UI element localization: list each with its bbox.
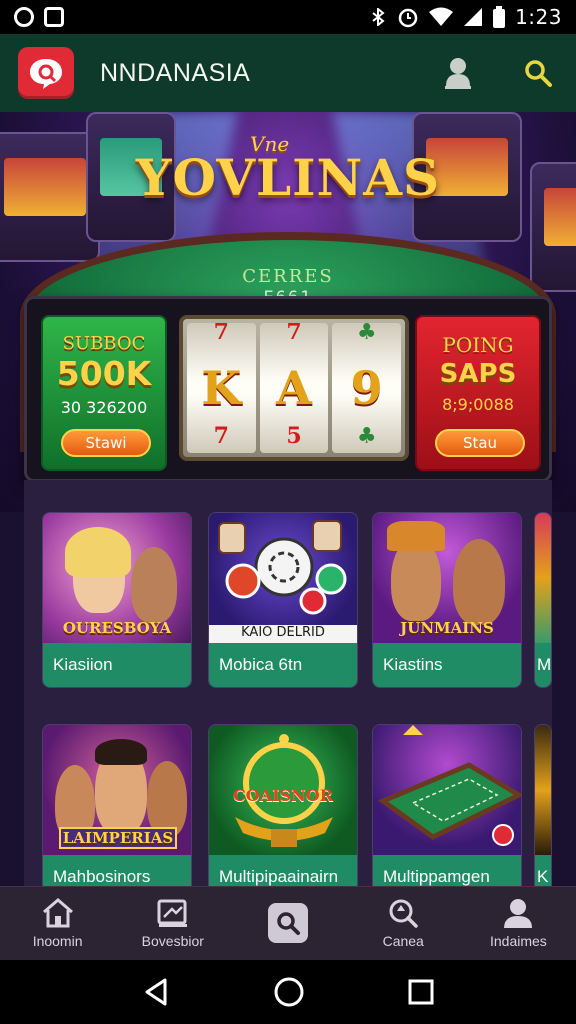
home-icon — [42, 898, 73, 928]
game-name: Kiastins — [373, 643, 521, 687]
game-card[interactable]: COAISNOR Multipipaainairn — [208, 724, 358, 900]
nav-item-profile[interactable]: Indaimes — [461, 887, 576, 960]
game-card[interactable]: Multippamgen — [372, 724, 522, 900]
game-art: OURESBOYA — [43, 513, 191, 643]
game-name: Mobica 6tn — [209, 643, 357, 687]
profile-icon — [504, 899, 533, 928]
recents-icon[interactable] — [407, 978, 435, 1006]
reel-3: ♣ 9 ♣ — [332, 323, 402, 453]
promo-right-code: 8;9;0088 — [442, 395, 514, 414]
nav-label: Indaimes — [490, 933, 547, 949]
promo-left-button[interactable]: Stawi — [61, 429, 151, 457]
reel-symbol: 7 — [213, 323, 229, 345]
chat-logo-icon — [30, 59, 62, 89]
reel-2: 7 A 5 — [259, 323, 329, 453]
search-icon — [525, 60, 552, 87]
game-art — [373, 725, 521, 855]
reel-symbol: A — [276, 361, 312, 415]
nav-item-board[interactable]: Bovesbior — [115, 887, 230, 960]
search-icon — [277, 912, 300, 935]
bluetooth-icon — [372, 8, 385, 26]
game-art: JUNMAINS — [373, 513, 521, 643]
back-icon[interactable] — [141, 977, 171, 1007]
game-card[interactable]: KAIO DELRID Mobica 6tn — [208, 512, 358, 688]
table-text: CERRES — [242, 266, 334, 287]
promo-left-code: 30 326200 — [60, 398, 148, 417]
promo-right-amount: SAPS — [439, 359, 517, 389]
game-art-label: JUNMAINS — [400, 619, 494, 637]
reel-symbol: ♣ — [356, 323, 377, 345]
promo-right-button[interactable]: Stau — [435, 429, 525, 457]
search-button[interactable] — [518, 53, 558, 93]
profile-button[interactable] — [438, 53, 478, 93]
promo-right-heading: POING — [442, 333, 514, 357]
promo-left-amount: 500K — [56, 354, 152, 393]
game-art-label: LAIMPERIAS — [59, 827, 177, 849]
game-art-label: OURESBOYA — [62, 619, 172, 637]
reel-symbol: K — [201, 361, 242, 415]
map-search-icon — [389, 899, 418, 928]
reel-symbol: ♣ — [356, 423, 377, 449]
game-art: LAIMPERIAS — [43, 725, 191, 855]
alarm-icon — [398, 8, 418, 28]
reel-1: 7 K 7 — [187, 323, 256, 453]
nav-item-search[interactable] — [230, 887, 345, 960]
wifi-icon — [429, 7, 454, 26]
user-icon — [445, 58, 471, 89]
reel-symbol: 9 — [350, 361, 383, 415]
nav-item-home[interactable]: Inoomin — [0, 887, 115, 960]
game-card[interactable]: LAIMPERIAS Mahbosinors — [42, 724, 192, 900]
status-bar: 1:23 — [0, 0, 576, 34]
promo-left-heading: SUBBOC — [62, 333, 146, 354]
game-art: COAISNOR — [209, 725, 357, 855]
app-bar: NNDANASIA — [0, 34, 576, 112]
game-card[interactable]: M — [534, 512, 552, 688]
roulette-table-icon — [377, 725, 521, 846]
game-art — [535, 513, 551, 643]
reel-symbol: 7 — [286, 323, 302, 345]
app-title: NNDANASIA — [100, 58, 251, 87]
screenshot-icon — [44, 7, 64, 27]
game-name: M — [535, 643, 551, 687]
game-art — [535, 725, 551, 855]
game-art-label: KAIO DELRID — [209, 625, 357, 643]
nav-item-canea[interactable]: Canea — [346, 887, 461, 960]
poker-chips-icon — [218, 520, 347, 615]
app-logo[interactable] — [18, 47, 74, 99]
bottom-nav: Inoomin Bovesbior Canea Indaimes — [0, 886, 576, 960]
game-art: KAIO DELRID — [209, 513, 357, 643]
system-nav-bar — [0, 960, 576, 1024]
nav-label: Canea — [382, 933, 424, 949]
clock: 1:23 — [515, 5, 562, 29]
nav-label: Inoomin — [32, 933, 83, 949]
reel-symbol: 5 — [286, 423, 302, 449]
battery-icon — [493, 6, 506, 28]
promo-card-left[interactable]: SUBBOC 500K 30 326200 Stawi — [41, 315, 167, 471]
signal-icon — [464, 8, 483, 26]
nav-label: Bovesbior — [141, 933, 204, 949]
game-card[interactable]: K — [534, 724, 552, 900]
game-art-label: COAISNOR — [233, 786, 333, 805]
slot-reels[interactable]: 7 K 7 7 A 5 ♣ 9 ♣ — [179, 315, 409, 461]
game-card[interactable]: OURESBOYA Kiasiion — [42, 512, 192, 688]
featured-panel: SUBBOC 500K 30 326200 Stawi 7 K 7 7 A 5 … — [24, 296, 552, 482]
game-name: Kiasiion — [43, 643, 191, 687]
promo-card-right[interactable]: POING SAPS 8;9;0088 Stau — [415, 315, 541, 471]
nav-active-indicator — [268, 903, 308, 943]
reel-symbol: 7 — [213, 423, 229, 449]
hero-title: YOVLINAS — [135, 148, 441, 207]
notification-icon — [14, 7, 34, 27]
home-circle-icon[interactable] — [273, 976, 305, 1008]
board-icon — [157, 899, 187, 927]
game-card[interactable]: JUNMAINS Kiastins — [372, 512, 522, 688]
game-grid: OURESBOYA Kiasiion KAIO DELRID Mobica 6t… — [24, 480, 552, 900]
